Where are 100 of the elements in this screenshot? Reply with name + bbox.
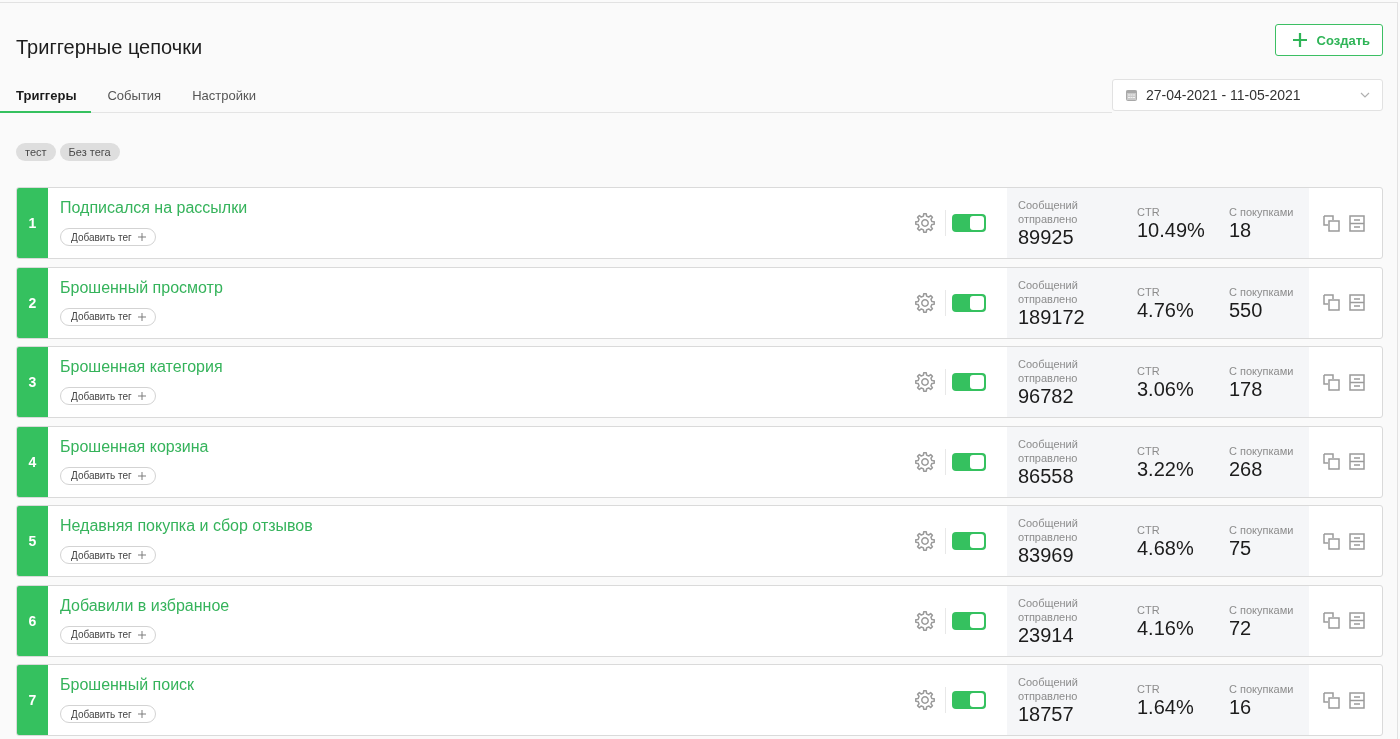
plus-icon xyxy=(137,233,146,241)
stat-label: Сообщений отправлено xyxy=(1018,198,1079,226)
toggle-switch[interactable] xyxy=(952,293,986,312)
toggle-switch[interactable] xyxy=(952,214,986,232)
stat-label: С покупками xyxy=(1229,682,1295,696)
file-cabinet-icon[interactable] xyxy=(1349,453,1365,470)
stat-label: CTR xyxy=(1137,364,1161,378)
stat-value: 18 xyxy=(1229,219,1253,241)
row-number: 7 xyxy=(17,665,48,735)
file-cabinet-icon[interactable] xyxy=(1349,691,1365,709)
stat-value: 4.68% xyxy=(1137,537,1195,559)
stat-value: 3.06% xyxy=(1137,378,1195,400)
copy-icon[interactable] xyxy=(1323,373,1340,391)
stat-label: CTR xyxy=(1137,682,1161,696)
settings-icon[interactable] xyxy=(915,531,935,551)
row-number: 6 xyxy=(17,585,48,656)
copy-icon[interactable] xyxy=(1323,294,1340,311)
add-tag-button[interactable]: Добавить тег xyxy=(60,546,156,564)
add-tag-button[interactable]: Добавить тег xyxy=(60,466,156,485)
stat-value: 18757 xyxy=(1018,703,1075,725)
stat-value: 96782 xyxy=(1018,385,1075,407)
stat-value: 89925 xyxy=(1018,226,1075,248)
file-cabinet-icon[interactable] xyxy=(1349,373,1365,391)
add-tag-button[interactable]: Добавить тег xyxy=(60,228,156,246)
stat-value: 4.16% xyxy=(1137,616,1195,639)
stat-label: CTR xyxy=(1137,602,1161,617)
settings-icon[interactable] xyxy=(915,610,935,631)
stat-value: 86558 xyxy=(1018,464,1075,487)
row-number: 1 xyxy=(17,188,48,258)
toggle-switch[interactable] xyxy=(952,691,986,709)
stat-label: CTR xyxy=(1137,205,1161,219)
tag-chip[interactable]: тест xyxy=(16,143,56,161)
copy-icon[interactable] xyxy=(1323,214,1340,232)
stat-value: 1.64% xyxy=(1137,696,1195,718)
stat-label: С покупками xyxy=(1229,443,1295,458)
row-number: 4 xyxy=(17,426,48,497)
tab[interactable]: События xyxy=(91,79,177,113)
settings-icon[interactable] xyxy=(915,372,935,392)
stat-value: 72 xyxy=(1229,616,1253,639)
stat-label: Сообщений отправлено xyxy=(1018,436,1079,465)
stat-label: CTR xyxy=(1137,523,1161,537)
file-cabinet-icon[interactable] xyxy=(1349,532,1365,550)
file-cabinet-icon[interactable] xyxy=(1349,214,1365,232)
stat-value: 189172 xyxy=(1018,305,1086,328)
stat-label: Сообщений отправлено xyxy=(1018,595,1079,624)
file-cabinet-icon[interactable] xyxy=(1349,612,1365,629)
stat-label: С покупками xyxy=(1229,205,1295,219)
stat-label: Сообщений отправлено xyxy=(1018,516,1079,544)
tag-chip[interactable]: Без тега xyxy=(59,143,120,161)
copy-icon[interactable] xyxy=(1323,453,1340,470)
stat-value: 83969 xyxy=(1018,544,1075,566)
stat-value: 23914 xyxy=(1018,623,1075,646)
plus-icon xyxy=(137,710,146,718)
stat-label: Сообщений отправлено xyxy=(1018,277,1079,306)
row-number: 3 xyxy=(17,347,48,417)
stat-value: 16 xyxy=(1229,696,1253,718)
stat-value: 268 xyxy=(1229,457,1264,480)
stat-label: CTR xyxy=(1137,443,1161,458)
row-number: 5 xyxy=(17,506,48,576)
settings-icon[interactable] xyxy=(915,690,935,710)
file-cabinet-icon[interactable] xyxy=(1349,294,1365,311)
stat-label: Сообщений отправлено xyxy=(1018,357,1079,385)
chevron-down-icon xyxy=(1360,92,1370,98)
add-tag-button[interactable]: Добавить тег xyxy=(60,625,156,644)
row-number: 2 xyxy=(17,267,48,338)
page-title: Триггерные цепочки xyxy=(16,35,203,59)
stat-label: CTR xyxy=(1137,284,1161,299)
add-tag-button[interactable]: Добавить тег xyxy=(60,705,156,723)
stat-value: 550 xyxy=(1229,298,1264,321)
copy-icon[interactable] xyxy=(1323,612,1340,629)
toggle-switch[interactable] xyxy=(952,452,986,471)
tab[interactable]: Триггеры xyxy=(0,79,92,113)
stat-label: С покупками xyxy=(1229,523,1295,537)
stat-label: С покупками xyxy=(1229,602,1295,617)
plus-icon xyxy=(137,630,146,639)
stat-value: 10.49% xyxy=(1137,219,1206,241)
add-tag-button[interactable]: Добавить тег xyxy=(60,387,156,405)
stat-value: 178 xyxy=(1229,378,1264,400)
toggle-switch[interactable] xyxy=(952,373,986,391)
copy-icon[interactable] xyxy=(1323,691,1340,709)
tab[interactable]: Настройки xyxy=(176,79,271,113)
toggle-switch[interactable] xyxy=(952,532,986,550)
plus-icon xyxy=(137,551,146,559)
stat-label: С покупками xyxy=(1229,364,1295,378)
plus-icon xyxy=(137,392,146,400)
plus-icon xyxy=(137,471,146,480)
add-tag-button[interactable]: Добавить тег xyxy=(60,307,156,326)
toggle-switch[interactable] xyxy=(952,611,986,630)
stat-value: 4.76% xyxy=(1137,298,1195,321)
calendar-icon xyxy=(1126,89,1137,101)
plus-icon xyxy=(1292,33,1307,47)
settings-icon[interactable] xyxy=(915,213,935,233)
settings-icon[interactable] xyxy=(915,451,935,472)
date-range-picker[interactable]: 27-04-2021 - 11-05-2021 xyxy=(1112,79,1383,111)
plus-icon xyxy=(137,312,146,321)
settings-icon[interactable] xyxy=(915,292,935,313)
stat-value: 75 xyxy=(1229,537,1253,559)
stat-label: С покупками xyxy=(1229,284,1295,299)
stat-value: 3.22% xyxy=(1137,457,1195,480)
copy-icon[interactable] xyxy=(1323,532,1340,550)
